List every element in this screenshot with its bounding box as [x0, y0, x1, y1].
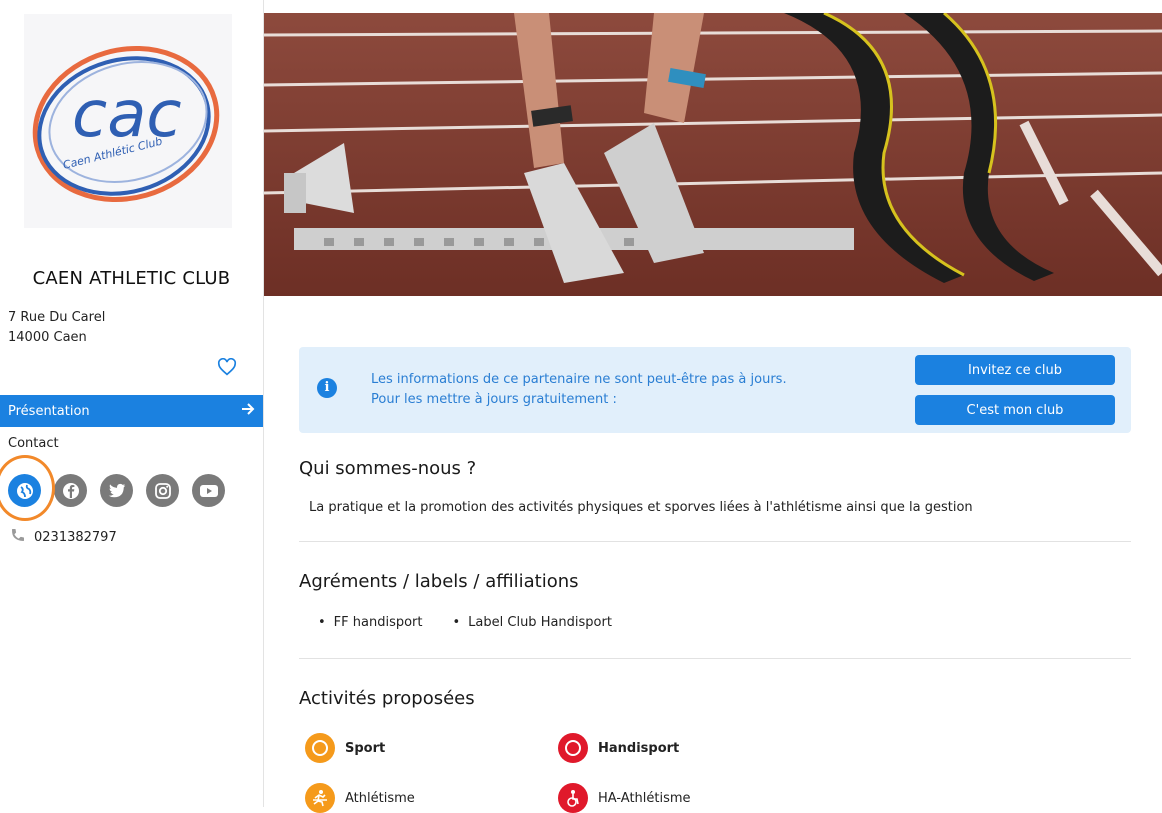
- activity-sport[interactable]: Sport: [305, 733, 385, 763]
- activity-label: Sport: [345, 740, 386, 756]
- activities-title: Activités proposées: [299, 688, 475, 709]
- club-name: CAEN ATHLETIC CLUB: [32, 268, 231, 289]
- instagram-icon[interactable]: [146, 474, 179, 507]
- info-text-line2: Pour les mettre à jours gratuitement :: [371, 392, 617, 407]
- invite-club-button[interactable]: Invitez ce club: [915, 355, 1115, 385]
- labels-list: FF handisport Label Club Handisport: [318, 615, 612, 630]
- phone-icon: [10, 527, 26, 547]
- divider: [299, 541, 1131, 542]
- hero-image: [264, 13, 1162, 296]
- phone-row: 0231382797: [10, 527, 117, 547]
- favorite-heart-icon[interactable]: [217, 357, 237, 376]
- youtube-icon[interactable]: [192, 474, 225, 507]
- phone-number[interactable]: 0231382797: [34, 530, 117, 545]
- divider: [299, 658, 1131, 659]
- arrow-right-icon: [241, 402, 255, 420]
- sport-icon: [305, 733, 335, 763]
- nav-contact[interactable]: Contact: [8, 436, 59, 451]
- about-text: La pratique et la promotion des activité…: [309, 500, 973, 515]
- label-item: Label Club Handisport: [453, 615, 612, 630]
- info-banner: i Les informations de ce partenaire ne s…: [299, 347, 1131, 433]
- twitter-icon[interactable]: [100, 474, 133, 507]
- label-item: FF handisport: [318, 615, 423, 630]
- ha-athletics-icon: [558, 783, 588, 813]
- athletics-icon: [305, 783, 335, 813]
- address-line2: 14000 Caen: [8, 330, 87, 345]
- activity-label: Handisport: [598, 740, 680, 756]
- website-icon[interactable]: [8, 474, 41, 507]
- logo-wordmark: cac: [72, 78, 182, 152]
- labels-title: Agréments / labels / affiliations: [299, 571, 579, 592]
- activity-label: HA-Athlétisme: [598, 790, 691, 806]
- info-icon: i: [317, 378, 337, 398]
- info-text-line1: Les informations de ce partenaire ne son…: [371, 372, 787, 387]
- sidebar: cac Caen Athlétic Club CAEN ATHLETIC CLU…: [0, 0, 264, 807]
- activity-athletics[interactable]: Athlétisme: [305, 783, 415, 813]
- activity-ha-athletics[interactable]: HA-Athlétisme: [558, 783, 691, 813]
- nav-presentation-label: Présentation: [8, 403, 90, 419]
- activity-handisport[interactable]: Handisport: [558, 733, 679, 763]
- activity-label: Athlétisme: [345, 790, 415, 806]
- facebook-icon[interactable]: [54, 474, 87, 507]
- address-line1: 7 Rue Du Carel: [8, 310, 106, 325]
- social-links: [8, 474, 225, 507]
- handisport-icon: [558, 733, 588, 763]
- nav-presentation[interactable]: Présentation: [0, 395, 263, 427]
- about-title: Qui sommes-nous ?: [299, 458, 477, 479]
- claim-club-button[interactable]: C'est mon club: [915, 395, 1115, 425]
- club-logo: cac Caen Athlétic Club: [24, 14, 232, 228]
